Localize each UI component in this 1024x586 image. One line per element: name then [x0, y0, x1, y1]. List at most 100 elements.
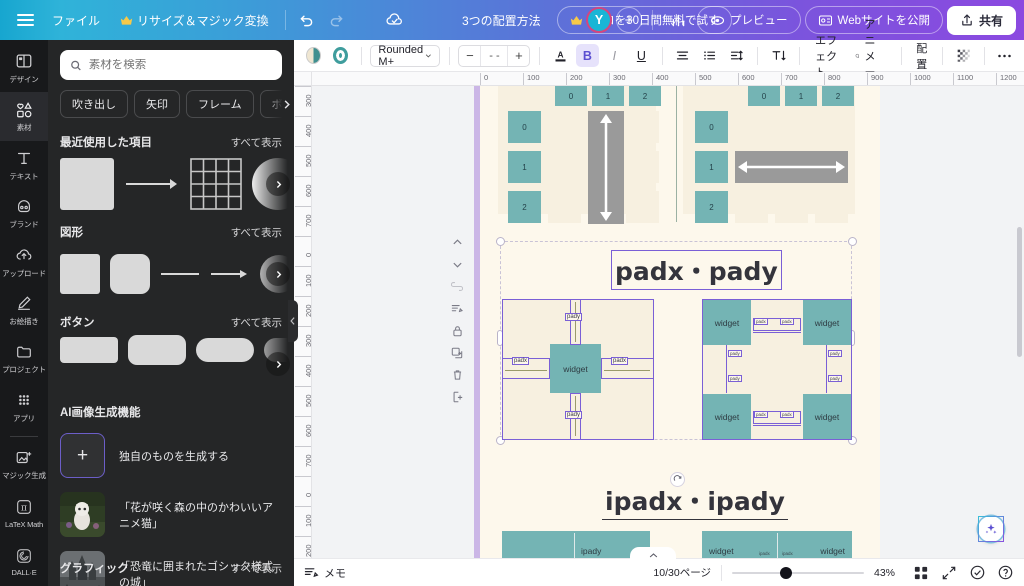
search-box[interactable] [60, 50, 282, 80]
shape-line[interactable] [160, 266, 200, 282]
panel-collapse-button[interactable] [288, 300, 298, 342]
cloud-sync-icon[interactable] [380, 5, 410, 35]
avatar[interactable]: Y [586, 7, 613, 33]
bar-chart-icon[interactable] [663, 5, 693, 35]
menu-resize-magic[interactable]: リサイズ＆マジック変換 [110, 6, 279, 35]
comment-icon[interactable] [447, 298, 467, 319]
sidebar-item-draw[interactable]: お絵描き [0, 286, 48, 334]
ruler-tick: 200 [566, 73, 583, 85]
sidebar-item-elements[interactable]: 素材 [0, 92, 48, 141]
see-all-buttons[interactable]: すべて表示 [231, 315, 282, 330]
section-title-padx-pady[interactable]: padx・pady [611, 250, 782, 290]
line-spacing-button[interactable] [725, 44, 748, 67]
sidebar-item-magic-studio[interactable]: マジック生成 [0, 441, 48, 489]
undo-icon[interactable] [292, 5, 322, 35]
menu-file[interactable]: ファイル [42, 6, 110, 35]
add-collaborator-button[interactable]: + [616, 7, 643, 33]
see-all-shapes[interactable]: すべて表示 [231, 225, 282, 240]
widget-center: widget [550, 344, 601, 393]
selection-handle-tl[interactable] [496, 237, 505, 246]
see-all-recent[interactable]: すべて表示 [231, 135, 282, 150]
check-circle-icon[interactable] [968, 564, 986, 582]
duplicate-icon[interactable] [447, 342, 467, 363]
canvas-page[interactable]: 0 1 2 0 1 2 0 1 2 0 1 2 padx・pady widget… [480, 86, 880, 558]
padx-right-line [604, 370, 650, 371]
preview-button[interactable]: プレビュー [697, 6, 801, 34]
shapes-next-button[interactable] [266, 262, 290, 286]
section-title-ipadx-ipady[interactable]: ipadx・ipady [602, 481, 788, 520]
chip-arrow[interactable]: 矢印 [134, 90, 180, 118]
sidebar-item-brand[interactable]: ブランド [0, 189, 48, 237]
button-sample-3[interactable] [196, 338, 254, 362]
chip-frame[interactable]: フレーム [186, 90, 254, 118]
thumb-arrow[interactable] [124, 174, 180, 194]
font-size-stepper[interactable]: − - - + [458, 44, 531, 67]
font-size-increase[interactable]: + [508, 48, 529, 63]
category-chips: 吹き出し 矢印 フレーム ボタン 罫 [48, 86, 294, 128]
more-options-button[interactable] [993, 44, 1016, 67]
button-sample-2[interactable] [128, 335, 186, 365]
sidebar-item-projects[interactable]: プロジェクト [0, 335, 48, 383]
sidebar-item-design[interactable]: デザイン [0, 44, 48, 92]
text-direction-button[interactable] [767, 44, 790, 67]
thumb-square[interactable] [60, 158, 114, 210]
position-button[interactable]: 配置 [910, 43, 933, 71]
sidebar-item-upload[interactable]: アップロード [0, 238, 48, 286]
font-size-value[interactable]: - - [480, 45, 509, 66]
sidebar-item-dalle[interactable]: DALL·E [0, 537, 48, 585]
chevron-up-icon[interactable] [447, 232, 467, 253]
redo-icon[interactable] [322, 5, 352, 35]
lock-icon[interactable] [447, 320, 467, 341]
shape-rounded-square[interactable] [110, 254, 150, 294]
document-title[interactable]: 3つの配置方法 [452, 6, 551, 35]
shape-arrow[interactable] [210, 266, 250, 282]
canvas-area[interactable]: 0 100 200 300 400 500 600 700 800 900 10… [294, 72, 1024, 558]
buttons-next-button[interactable] [266, 352, 290, 376]
chevron-down-icon[interactable] [447, 254, 467, 275]
see-all-graphic[interactable]: すべて表示 [231, 561, 282, 576]
text-color-button[interactable]: A [549, 44, 572, 67]
ai-generate-own[interactable]: + 独自のものを生成する [48, 426, 294, 485]
share-button[interactable]: 共有 [946, 5, 1016, 35]
sidebar-label: デザイン [9, 74, 39, 84]
underline-button[interactable]: U [630, 44, 653, 67]
fullscreen-icon[interactable] [940, 564, 958, 582]
zoom-knob[interactable] [780, 566, 792, 579]
sidebar-item-text[interactable]: テキスト [0, 141, 48, 189]
bullet-list-button[interactable] [698, 44, 721, 67]
zoom-slider[interactable] [732, 566, 864, 580]
font-family-select[interactable]: Rounded M+ [370, 44, 441, 68]
canvas-scrollbar[interactable] [1017, 227, 1022, 357]
shape-square[interactable] [60, 254, 100, 294]
recent-next-button[interactable] [266, 172, 290, 196]
chip-speech-bubble[interactable]: 吹き出し [60, 90, 128, 118]
ai-preset-cat[interactable]: 「花が咲く森の中のかわいいアニメ猫」 [48, 485, 294, 544]
transparency-button[interactable] [952, 44, 975, 67]
ipady-guide-line [574, 533, 575, 558]
sidebar-item-latex-math[interactable]: π LaTeX Math [0, 489, 48, 537]
align-button[interactable] [671, 44, 694, 67]
font-size-decrease[interactable]: − [459, 48, 480, 63]
thumb-grid[interactable] [190, 158, 242, 210]
page-expand-button[interactable] [630, 547, 676, 563]
hamburger-icon[interactable] [8, 5, 42, 35]
magic-sparkle-fab[interactable] [978, 516, 1004, 542]
sidebar-label: お絵描き [9, 316, 39, 326]
animate-button[interactable]: アニメート [848, 19, 891, 95]
search-input[interactable] [88, 59, 272, 71]
chips-scroll-right[interactable] [268, 90, 294, 118]
trash-icon[interactable] [447, 364, 467, 385]
help-circle-icon[interactable] [996, 564, 1014, 582]
bold-button[interactable]: B [575, 44, 599, 67]
button-sample-1[interactable] [60, 337, 118, 363]
link-icon[interactable] [447, 276, 467, 297]
fill-color-swatch[interactable] [329, 44, 352, 67]
grid-view-icon[interactable] [912, 564, 930, 582]
add-page-icon[interactable] [447, 386, 467, 407]
duotone-color-swatch[interactable] [302, 44, 325, 67]
effects-button[interactable]: エフェクト [808, 35, 844, 79]
italic-button[interactable]: I [603, 44, 626, 67]
sidebar-item-apps[interactable]: アプリ [0, 383, 48, 431]
notes-button[interactable]: メモ [304, 565, 346, 581]
selection-handle-tr[interactable] [848, 237, 857, 246]
